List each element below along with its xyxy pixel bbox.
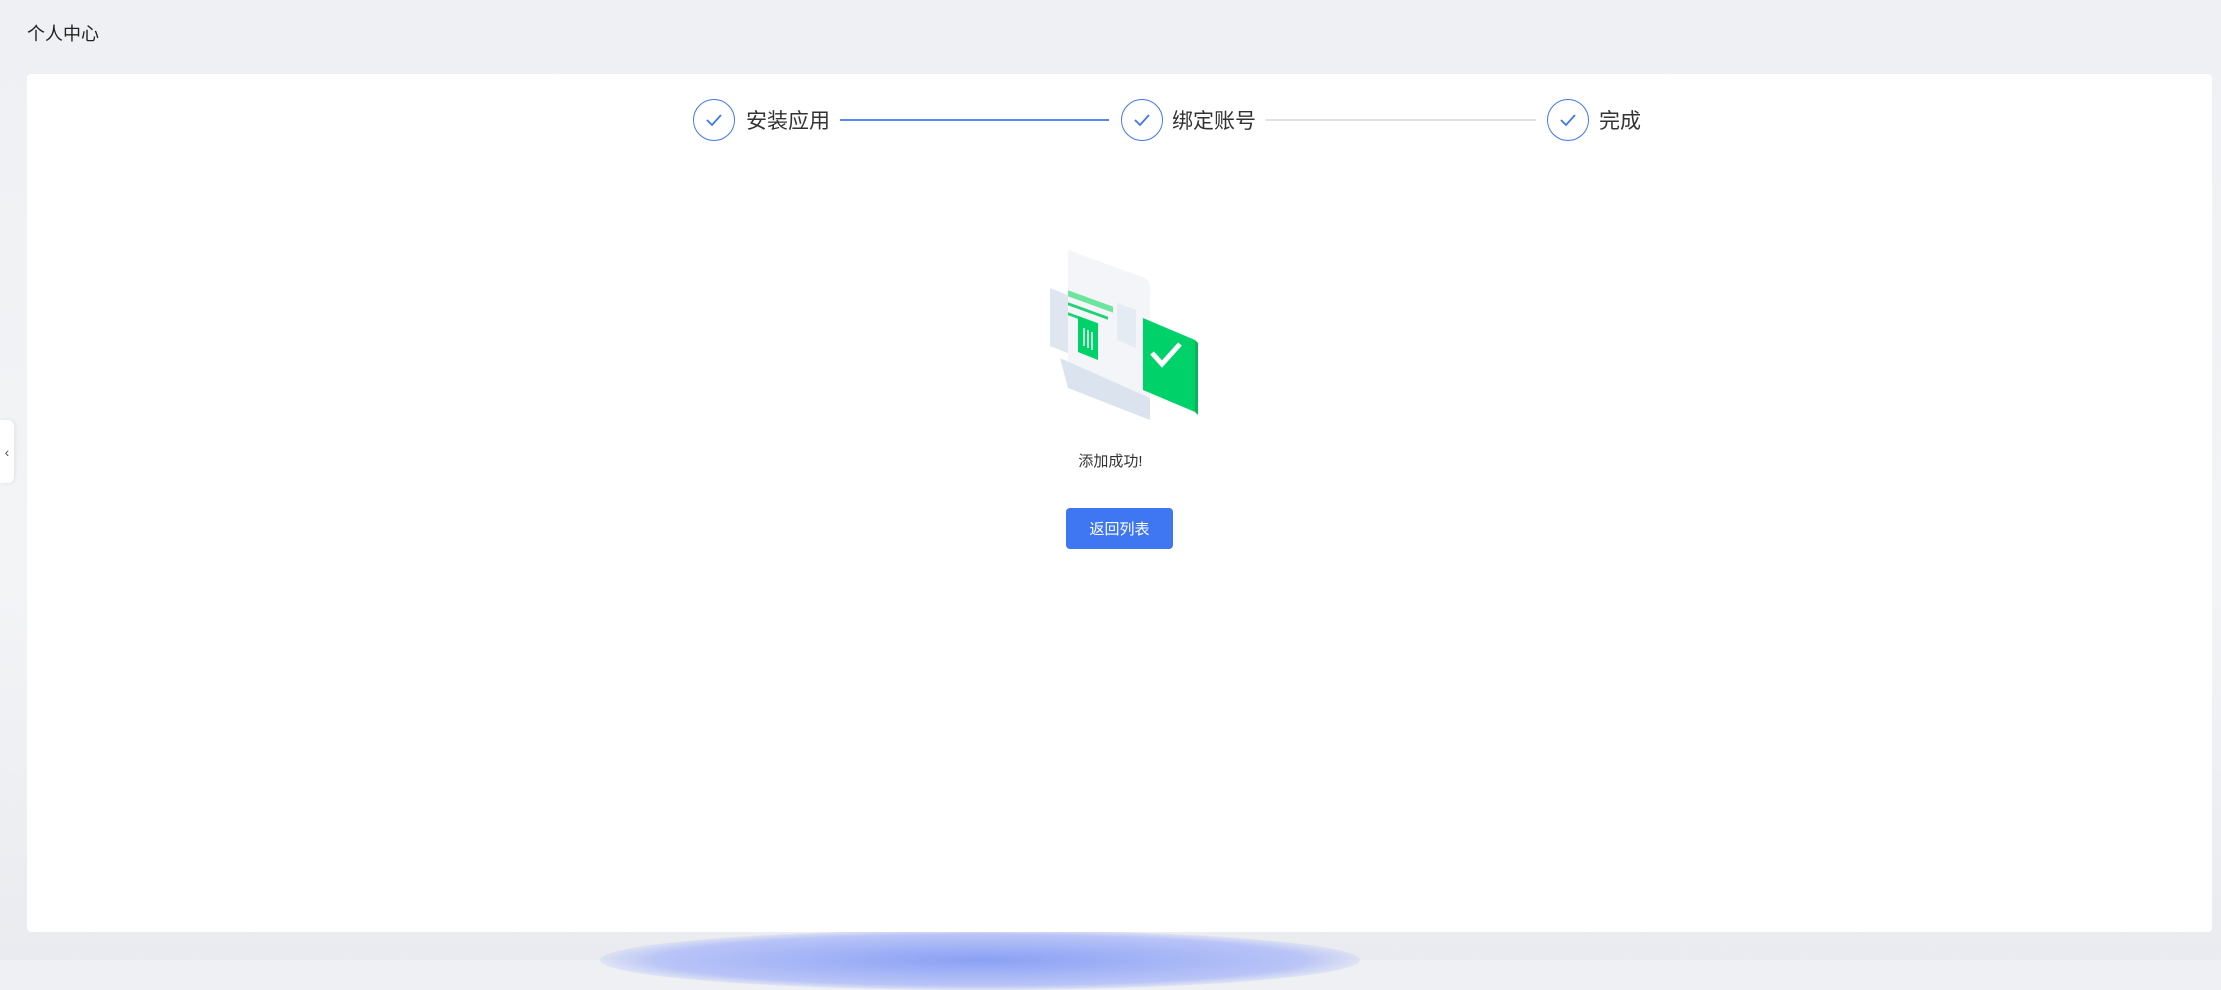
success-illustration [1050,250,1198,420]
step-2-label: 绑定账号 [1172,110,1256,133]
step-3-check-icon [1547,99,1589,141]
step-1-label: 安装应用 [746,110,830,133]
step-connector-2 [1266,119,1536,121]
step-2-check-icon [1121,99,1163,141]
success-message: 添加成功! [1078,453,1143,470]
step-connector-1 [840,119,1109,121]
back-to-list-button[interactable]: 返回列表 [1066,508,1173,549]
page-title: 个人中心 [27,24,99,44]
step-3-label: 完成 [1599,110,1641,133]
step-1-check-icon [693,99,735,141]
background-decoration [600,930,1360,990]
content-card [27,74,2212,932]
